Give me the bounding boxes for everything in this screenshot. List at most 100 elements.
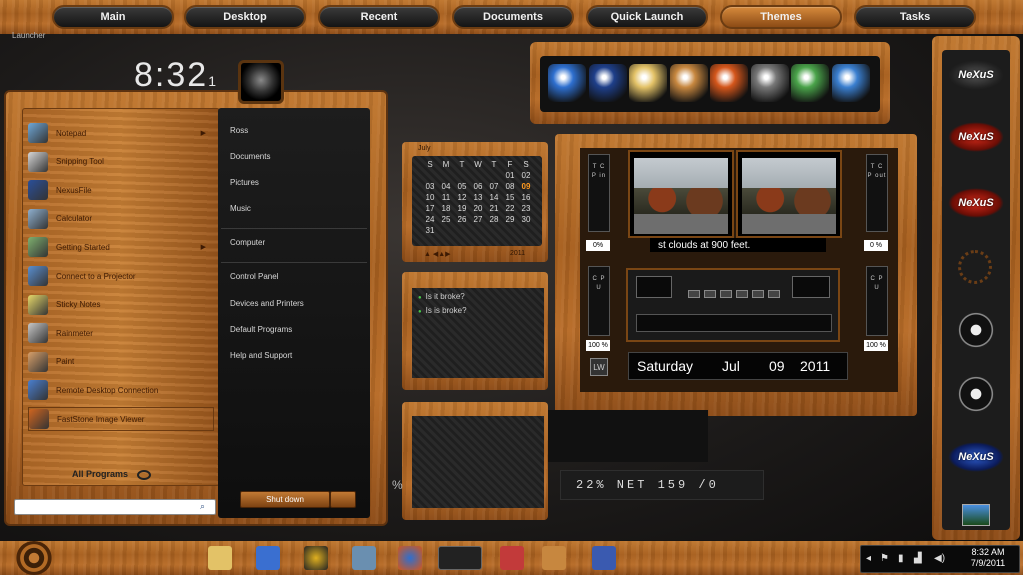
windows-orb-icon[interactable] — [548, 64, 586, 102]
calendar-day[interactable]: 02 — [518, 171, 534, 182]
top-menu-themes[interactable]: Themes — [720, 5, 842, 29]
top-menu-documents[interactable]: Documents — [452, 5, 574, 29]
app-icon[interactable] — [592, 546, 616, 570]
calendar-day[interactable]: 08 — [502, 182, 518, 193]
program-item[interactable]: Paint — [28, 350, 214, 374]
place-ross[interactable]: Ross — [230, 126, 248, 135]
deck-button[interactable] — [704, 290, 716, 298]
deck-button[interactable] — [736, 290, 748, 298]
deck-button[interactable] — [768, 290, 780, 298]
show-hidden-icon[interactable]: ◂ — [866, 553, 871, 564]
calendar-day[interactable]: 20 — [470, 204, 486, 215]
tray-clock[interactable]: 8:32 AM 7/9/2011 — [960, 547, 1016, 569]
nexus-logo[interactable]: NeXuS — [948, 188, 1004, 218]
rocketdock-icon[interactable] — [304, 546, 328, 570]
calendar-day[interactable]: 21 — [486, 204, 502, 215]
calendar-day[interactable]: 16 — [518, 193, 534, 204]
app-icon[interactable] — [542, 546, 566, 570]
calendar-day[interactable]: 17 — [422, 204, 438, 215]
calendar-day[interactable]: 15 — [502, 193, 518, 204]
place-devices-and-printers[interactable]: Devices and Printers — [230, 299, 304, 308]
note-item[interactable]: Is is broke? — [418, 306, 467, 315]
gear-icon[interactable] — [750, 64, 789, 102]
folder-icon[interactable] — [629, 64, 667, 102]
calendar-day[interactable]: 11 — [438, 193, 454, 204]
calendar-day[interactable]: 23 — [518, 204, 534, 215]
program-item[interactable]: Snipping Tool — [28, 150, 214, 174]
calendar-day[interactable]: 19 — [454, 204, 470, 215]
active-window-icon[interactable] — [438, 546, 482, 570]
shutdown-options-button[interactable] — [330, 491, 356, 508]
program-item[interactable]: Getting Started ▶ — [28, 235, 214, 259]
start-orb[interactable] — [16, 541, 52, 575]
browser-icon[interactable] — [398, 546, 422, 570]
calendar-day[interactable]: 27 — [470, 215, 486, 226]
calendar-day[interactable]: 22 — [502, 204, 518, 215]
program-item[interactable]: Notepad ▶ — [28, 121, 214, 145]
volume-icon[interactable]: ◀) — [934, 553, 945, 564]
program-item[interactable]: FastStone Image Viewer — [28, 407, 214, 431]
program-item[interactable]: Rainmeter — [28, 321, 214, 345]
lw-icon[interactable]: LW — [590, 358, 608, 376]
place-music[interactable]: Music — [230, 204, 251, 213]
tools-icon[interactable] — [791, 64, 829, 102]
calendar-day[interactable]: 09 — [518, 182, 534, 193]
dlopc-icon[interactable] — [588, 64, 627, 102]
calendar-day[interactable]: 12 — [454, 193, 470, 204]
program-item[interactable]: Remote Desktop Connection — [28, 378, 214, 402]
calendar-day[interactable]: 07 — [486, 182, 502, 193]
submenu-arrow-icon[interactable]: ▶ — [201, 243, 206, 251]
paint-palette-icon[interactable] — [669, 64, 708, 102]
deck-button[interactable] — [688, 290, 700, 298]
calendar-day[interactable]: 05 — [454, 182, 470, 193]
photo-icon[interactable] — [962, 504, 990, 526]
place-default-programs[interactable]: Default Programs — [230, 325, 292, 334]
program-item[interactable]: Connect to a Projector — [28, 264, 214, 288]
nexus-logo[interactable]: NeXuS — [948, 122, 1004, 152]
calendar-day[interactable]: 25 — [438, 215, 454, 226]
app-icon[interactable] — [500, 546, 524, 570]
calendar-day[interactable]: 31 — [422, 226, 438, 237]
calendar-day[interactable]: 10 — [422, 193, 438, 204]
firefox-icon[interactable] — [710, 64, 748, 102]
media-player-icon[interactable] — [256, 546, 280, 570]
deck-button[interactable] — [720, 290, 732, 298]
calendar-nav-icon[interactable]: ▲ ◀▲▶ — [424, 250, 451, 258]
signal-icon[interactable]: ▟ — [914, 553, 922, 564]
all-programs-button[interactable]: All Programs — [72, 469, 151, 480]
shutdown-button[interactable]: Shut down — [240, 491, 330, 508]
place-computer[interactable]: Computer — [230, 238, 265, 247]
tools-icon[interactable] — [352, 546, 376, 570]
calendar-day[interactable]: 04 — [438, 182, 454, 193]
calendar-day[interactable]: 24 — [422, 215, 438, 226]
calendar-day[interactable]: 14 — [486, 193, 502, 204]
program-item[interactable]: Sticky Notes — [28, 293, 214, 317]
note-item[interactable]: Is it broke? — [418, 292, 465, 301]
gauge-icon[interactable] — [958, 376, 994, 412]
network-icon[interactable]: ▮ — [898, 553, 904, 564]
calendar-day[interactable]: 01 — [502, 171, 518, 182]
calendar-day[interactable]: 30 — [518, 215, 534, 226]
top-menu-tasks[interactable]: Tasks — [854, 5, 976, 29]
calendar-day[interactable]: 28 — [486, 215, 502, 226]
search-icon[interactable]: ⌕ — [200, 501, 205, 512]
submenu-arrow-icon[interactable]: ▶ — [201, 129, 206, 137]
place-help-and-support[interactable]: Help and Support — [230, 351, 292, 360]
top-menu-quick-launch[interactable]: Quick Launch — [586, 5, 708, 29]
top-menu-main[interactable]: Main — [52, 5, 174, 29]
place-control-panel[interactable]: Control Panel — [230, 272, 278, 281]
calendar-day[interactable]: 29 — [502, 215, 518, 226]
place-pictures[interactable]: Pictures — [230, 178, 259, 187]
nexus-logo[interactable]: NeXuS — [948, 60, 1004, 90]
calendar-day[interactable]: 13 — [470, 193, 486, 204]
gauge-icon[interactable] — [958, 312, 994, 348]
calendar-day[interactable]: 18 — [438, 204, 454, 215]
deck-button[interactable] — [752, 290, 764, 298]
program-item[interactable]: NexusFile — [28, 178, 214, 202]
place-documents[interactable]: Documents — [230, 152, 270, 161]
folder-icon[interactable] — [208, 546, 232, 570]
program-item[interactable]: Calculator — [28, 207, 214, 231]
flag-icon[interactable]: ⚑ — [880, 553, 889, 564]
top-menu-desktop[interactable]: Desktop — [184, 5, 306, 29]
top-menu-recent[interactable]: Recent — [318, 5, 440, 29]
